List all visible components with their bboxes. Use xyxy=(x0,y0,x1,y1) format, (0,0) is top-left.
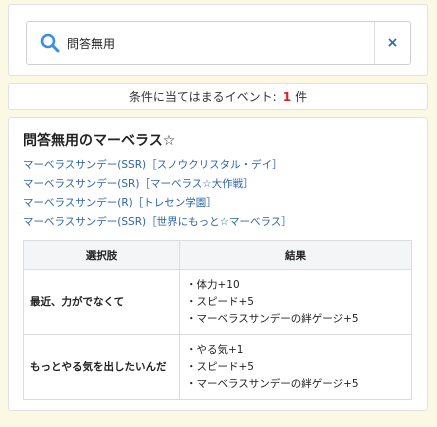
result-cell: ・体力+10 ・スピード+5 ・マーベラスサンデーの絆ゲージ+5 xyxy=(179,269,412,335)
result-count-suffix: 件 xyxy=(295,90,308,104)
event-title: 問答無用のマーベラス☆ xyxy=(23,133,176,149)
character-link[interactable]: マーベラスサンデー(SR)［マーベラス☆大作戦］ xyxy=(23,175,292,194)
result-count-number: 1 xyxy=(282,89,292,104)
table-row: 最近、力がでなくて ・体力+10 ・スピード+5 ・マーベラスサンデーの絆ゲージ… xyxy=(23,269,412,335)
result-column-header: 結果 xyxy=(179,240,412,270)
effect-item: ・やる気+1 xyxy=(186,343,244,356)
search-input[interactable] xyxy=(65,22,374,64)
effect-item: ・体力+10 xyxy=(186,278,240,291)
event-result-card: 問答無用のマーベラス☆ マーベラスサンデー(SSR)［スノウクリスタル・デイ］ … xyxy=(8,117,428,411)
clear-search-button[interactable]: × xyxy=(374,22,410,64)
choice-cell: 最近、力がでなくて xyxy=(23,269,180,335)
result-count-prefix: 条件に当てはまるイベント: xyxy=(128,90,277,104)
search-panel: × xyxy=(8,4,428,76)
table-row: もっとやる気を出したいんだ ・やる気+1 ・スピード+5 ・マーベラスサンデーの… xyxy=(23,334,412,400)
character-link[interactable]: マーベラスサンデー(SSR)［スノウクリスタル・デイ］ xyxy=(23,156,292,175)
table-header-row: 選択肢 結果 xyxy=(23,240,412,270)
effect-item: ・マーベラスサンデーの絆ゲージ+5 xyxy=(186,377,359,390)
effect-item: ・スピード+5 xyxy=(186,295,254,308)
choice-column-header: 選択肢 xyxy=(23,240,180,270)
search-box[interactable]: × xyxy=(26,21,411,65)
character-link-list: マーベラスサンデー(SSR)［スノウクリスタル・デイ］ マーベラスサンデー(SR… xyxy=(23,156,292,232)
choice-table: 選択肢 結果 最近、力がでなくて ・体力+10 ・スピード+5 ・マーベラスサン… xyxy=(23,240,412,400)
character-link[interactable]: マーベラスサンデー(R)［トレセン学園］ xyxy=(23,194,292,213)
page: × 条件に当てはまるイベント: 1 件 問答無用のマーベラス☆ マーベラスサンデ… xyxy=(0,0,437,427)
character-link[interactable]: マーベラスサンデー(SSR)［世界にもっと☆マーベラス］ xyxy=(23,213,292,232)
result-count-bar: 条件に当てはまるイベント: 1 件 xyxy=(8,83,428,110)
choice-cell: もっとやる気を出したいんだ xyxy=(23,334,180,400)
search-icon xyxy=(35,33,65,53)
effect-item: ・マーベラスサンデーの絆ゲージ+5 xyxy=(186,312,359,325)
effect-item: ・スピード+5 xyxy=(186,360,254,373)
result-cell: ・やる気+1 ・スピード+5 ・マーベラスサンデーの絆ゲージ+5 xyxy=(179,334,412,400)
